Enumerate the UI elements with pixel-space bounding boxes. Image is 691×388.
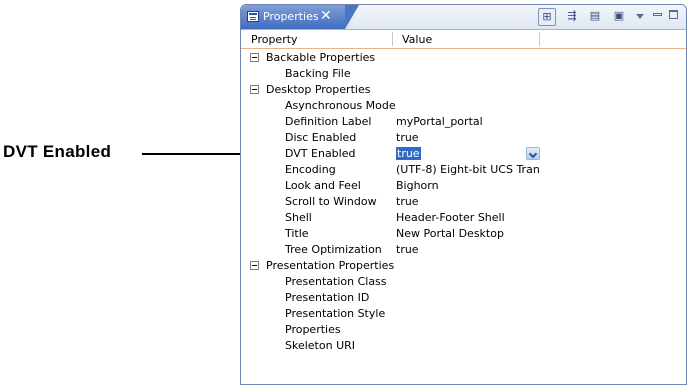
property-value-editor[interactable]: true — [396, 147, 421, 160]
callout-label: DVT Enabled — [3, 142, 112, 161]
property-row[interactable]: Presentation Class — [241, 274, 686, 290]
view-tab-bar: Properties ✕ ⊞ ⇶ ▤ ▣ — [241, 5, 686, 30]
property-value[interactable]: true — [396, 195, 541, 208]
property-name: Definition Label — [285, 115, 372, 128]
property-row[interactable]: Encoding (UTF-8) Eight-bit UCS Tran... — [241, 162, 686, 178]
property-row[interactable]: Asynchronous Mode — [241, 98, 686, 114]
property-row[interactable]: Disc Enabled true — [241, 130, 686, 146]
property-row[interactable]: Backing File — [241, 66, 686, 82]
show-categories-button[interactable]: ⊞ — [538, 8, 556, 26]
property-name: Properties — [285, 323, 341, 336]
property-value[interactable]: true — [396, 243, 541, 256]
property-value[interactable]: New Portal Desktop — [396, 227, 541, 240]
category-label: Desktop Properties — [266, 83, 371, 96]
property-value[interactable]: (UTF-8) Eight-bit UCS Tran... — [396, 163, 541, 176]
show-advanced-button[interactable]: ⇶ — [563, 8, 581, 26]
category-label: Backable Properties — [266, 51, 376, 64]
table-header: Property Value — [241, 30, 686, 49]
property-name: Presentation Style — [285, 307, 386, 320]
property-row[interactable]: Tree Optimization true — [241, 242, 686, 258]
property-name: Scroll to Window — [285, 195, 377, 208]
property-name: Skeleton URI — [285, 339, 356, 352]
close-icon[interactable]: ✕ — [320, 8, 332, 24]
property-name: Disc Enabled — [285, 131, 357, 144]
property-row[interactable]: Scroll to Window true — [241, 194, 686, 210]
property-value[interactable]: Bighorn — [396, 179, 541, 192]
column-divider[interactable] — [539, 32, 540, 46]
property-value[interactable]: Header-Footer Shell — [396, 211, 541, 224]
property-row[interactable]: Shell Header-Footer Shell — [241, 210, 686, 226]
properties-icon — [247, 11, 259, 22]
property-row[interactable]: Properties — [241, 322, 686, 338]
property-row[interactable]: Definition Label myPortal_portal — [241, 114, 686, 130]
column-header-property[interactable]: Property — [251, 33, 298, 46]
property-value[interactable]: true — [396, 131, 541, 144]
property-row[interactable]: Presentation Style — [241, 306, 686, 322]
collapse-icon[interactable] — [250, 53, 259, 62]
tab-label: Properties — [263, 10, 319, 23]
restore-default-button[interactable]: ▣ — [610, 8, 628, 26]
property-tree: Backable Properties Backing File Desktop P… — [241, 50, 686, 354]
column-divider[interactable] — [392, 32, 393, 46]
property-name: Tree Optimization — [285, 243, 382, 256]
properties-view: Properties ✕ ⊞ ⇶ ▤ ▣ Property Value Backabl… — [240, 4, 687, 385]
property-name: Backing File — [285, 67, 351, 80]
property-value[interactable]: myPortal_portal — [396, 115, 541, 128]
property-name: Presentation Class — [285, 275, 387, 288]
view-menu-icon[interactable] — [636, 14, 644, 19]
category-label: Presentation Properties — [266, 259, 395, 272]
property-row[interactable]: Presentation ID — [241, 290, 686, 306]
property-name: Shell — [285, 211, 312, 224]
category-row[interactable]: Presentation Properties — [241, 258, 686, 274]
property-row[interactable]: Look and Feel Bighorn — [241, 178, 686, 194]
property-name: Asynchronous Mode — [285, 99, 396, 112]
property-name: DVT Enabled — [285, 147, 356, 160]
property-name: Look and Feel — [285, 179, 361, 192]
category-row[interactable]: Desktop Properties — [241, 82, 686, 98]
dropdown-arrow-icon[interactable] — [526, 147, 540, 160]
property-row[interactable]: Skeleton URI — [241, 338, 686, 354]
minimize-icon[interactable] — [653, 13, 662, 16]
column-header-value[interactable]: Value — [402, 33, 432, 46]
property-name: Encoding — [285, 163, 336, 176]
collapse-icon[interactable] — [250, 261, 259, 270]
maximize-icon[interactable] — [669, 10, 678, 19]
tab-properties[interactable]: Properties ✕ — [241, 5, 359, 29]
property-row[interactable]: DVT Enabled true — [241, 146, 686, 162]
collapse-icon[interactable] — [250, 85, 259, 94]
property-row[interactable]: Title New Portal Desktop — [241, 226, 686, 242]
property-name: Presentation ID — [285, 291, 370, 304]
property-name: Title — [285, 227, 309, 240]
filter-properties-button[interactable]: ▤ — [586, 8, 604, 26]
category-row[interactable]: Backable Properties — [241, 50, 686, 66]
